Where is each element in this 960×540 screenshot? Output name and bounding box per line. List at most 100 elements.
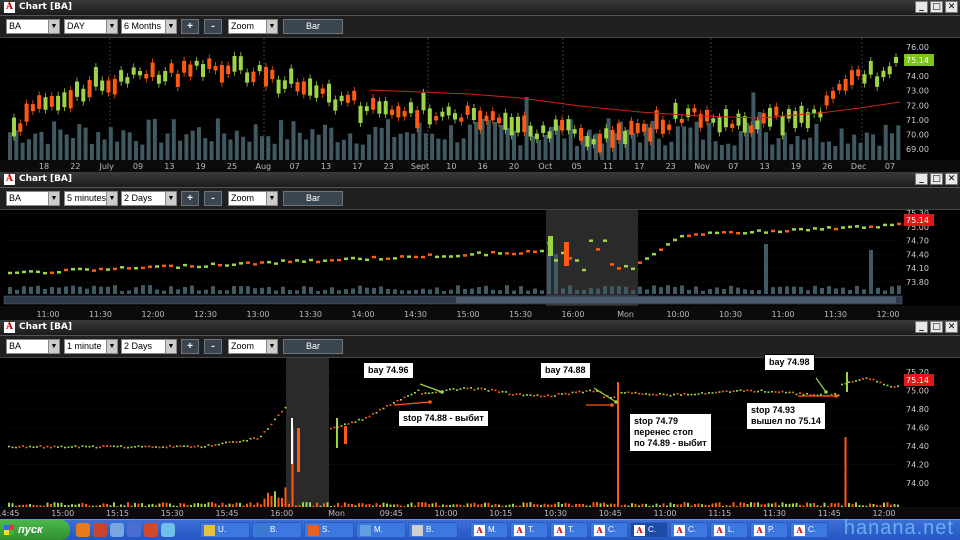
zoom-in-button[interactable]: + (181, 191, 199, 206)
mode-select[interactable]: Zoom ▼ (228, 191, 278, 206)
interval-select[interactable]: DAY ▼ (64, 19, 118, 34)
volume-bar (403, 505, 406, 507)
symbol-select[interactable]: BA ▼ (6, 339, 60, 354)
volume-bar (316, 134, 321, 160)
mode-select[interactable]: Zoom ▼ (228, 339, 278, 354)
taskbar-task-label: C. (808, 525, 816, 534)
taskbar-task[interactable]: A C. (670, 522, 708, 538)
taskbar-task[interactable]: A C. (590, 522, 628, 538)
volume-bar (186, 505, 189, 507)
candle-body (528, 125, 533, 137)
zoom-in-button[interactable]: + (181, 19, 199, 34)
mode-select[interactable]: Zoom ▼ (228, 19, 278, 34)
app-icon[interactable] (161, 523, 175, 537)
taskbar-task[interactable]: M. (356, 522, 406, 538)
volume-bar (480, 504, 483, 507)
interval-select[interactable]: 1 minute ▼ (64, 339, 118, 354)
browser-icon[interactable] (76, 523, 90, 537)
zoom-in-button[interactable]: + (181, 339, 199, 354)
bar-button[interactable]: Bar (283, 191, 343, 206)
chart-window-daily: A Chart [BA] _ □ ✕ BA ▼ DAY ▼ 6 Months ▼ + … (0, 0, 960, 172)
range-select[interactable]: 2 Days ▼ (121, 191, 177, 206)
volume-bar (428, 289, 432, 294)
y-tick-label: 75.00 (906, 387, 929, 396)
maximize-button[interactable]: □ (930, 173, 943, 185)
volume-bar (736, 505, 738, 507)
minimize-button[interactable]: _ (915, 321, 928, 333)
close-button[interactable]: ✕ (945, 321, 958, 333)
taskbar-task[interactable]: A M. (470, 522, 508, 538)
volume-bar (274, 491, 276, 507)
x-tick-label: 11:30 (824, 310, 847, 319)
start-button[interactable]: пуск (0, 520, 70, 540)
taskbar-task-label: C. (688, 525, 696, 534)
browser-icon[interactable] (93, 523, 107, 537)
price-chart-daily[interactable]: 76.0075.0074.0073.0072.0071.0070.0069.00… (0, 38, 960, 172)
volume-bar (687, 289, 691, 294)
candle-body (148, 265, 152, 269)
volume-bar (848, 289, 852, 294)
taskbar-task[interactable]: A P. (750, 522, 788, 538)
app-icon[interactable] (127, 523, 141, 537)
volume-bar (466, 503, 469, 507)
range-select[interactable]: 6 Months ▼ (121, 19, 177, 34)
interval-select[interactable]: 5 minutes ▼ (64, 191, 118, 206)
maximize-button[interactable]: □ (930, 1, 943, 13)
volume-bar (39, 131, 44, 160)
taskbar-task[interactable]: S. (304, 522, 354, 538)
chart-canvas[interactable]: 75.3075.0074.7074.4074.1073.8011:0011:30… (0, 210, 960, 320)
price-chart-1min[interactable]: 75.2075.0074.8074.6074.4074.2074.0014:45… (0, 358, 960, 519)
minimize-button[interactable]: _ (915, 173, 928, 185)
x-tick-label: 11:45 (818, 509, 841, 518)
taskbar-task[interactable]: B. (408, 522, 458, 538)
window-titlebar[interactable]: A Chart [BA] _ □ ✕ (0, 172, 960, 188)
taskbar-task[interactable]: B. (252, 522, 302, 538)
symbol-select[interactable]: BA ▼ (6, 19, 60, 34)
window-titlebar[interactable]: A Chart [BA] _ □ ✕ (0, 320, 960, 336)
close-button[interactable]: ✕ (945, 173, 958, 185)
minimize-button[interactable]: _ (915, 1, 928, 13)
window-titlebar[interactable]: A Chart [BA] _ □ ✕ (0, 0, 960, 16)
app-icon[interactable] (110, 523, 124, 537)
range-select[interactable]: 2 Days ▼ (121, 339, 177, 354)
volume-bar (431, 503, 434, 507)
volume-bar (281, 286, 285, 294)
taskbar-task[interactable]: A T. (550, 522, 588, 538)
candle-body (456, 389, 458, 391)
close-button[interactable]: ✕ (945, 1, 958, 13)
taskbar-task[interactable]: A T. (510, 522, 548, 538)
candle-body (414, 255, 418, 259)
candle-body (112, 78, 117, 95)
candle-body (15, 271, 19, 274)
volume-bar (864, 132, 869, 160)
taskbar-task[interactable]: U. (200, 522, 250, 538)
symbol-select[interactable]: BA ▼ (6, 191, 60, 206)
candle-body (879, 381, 882, 384)
volume-bar (505, 285, 509, 294)
volume-bar (767, 503, 770, 507)
candle-body (260, 435, 262, 438)
window-title: Chart [BA] (19, 174, 73, 184)
maximize-button[interactable]: □ (930, 321, 943, 333)
taskbar-task[interactable]: A C. (790, 522, 828, 538)
price-chart-5min[interactable]: 75.3075.0074.7074.4074.1073.8011:0011:30… (0, 210, 960, 320)
bar-button[interactable]: Bar (283, 339, 343, 354)
volume-bar (802, 505, 805, 507)
volume-bar (459, 504, 462, 507)
bar-button[interactable]: Bar (283, 19, 343, 34)
taskbar-task[interactable]: A L. (710, 522, 748, 538)
app-icon[interactable] (144, 523, 158, 537)
candle-body (446, 106, 451, 116)
volume-bar (487, 502, 490, 507)
zoom-out-button[interactable]: - (204, 19, 222, 34)
zoom-out-button[interactable]: - (204, 191, 222, 206)
volume-bar (77, 124, 82, 160)
volume-bar (491, 505, 493, 507)
chart-canvas[interactable]: 76.0075.0074.0073.0072.0071.0070.0069.00… (0, 38, 960, 172)
zoom-out-button[interactable]: - (204, 339, 222, 354)
taskbar-task[interactable]: A C. (630, 522, 668, 538)
volume-bar (8, 287, 12, 294)
candle-body (36, 270, 40, 274)
chart-canvas[interactable]: 75.2075.0074.8074.6074.4074.2074.0014:45… (0, 358, 960, 519)
candle-body (351, 421, 353, 424)
